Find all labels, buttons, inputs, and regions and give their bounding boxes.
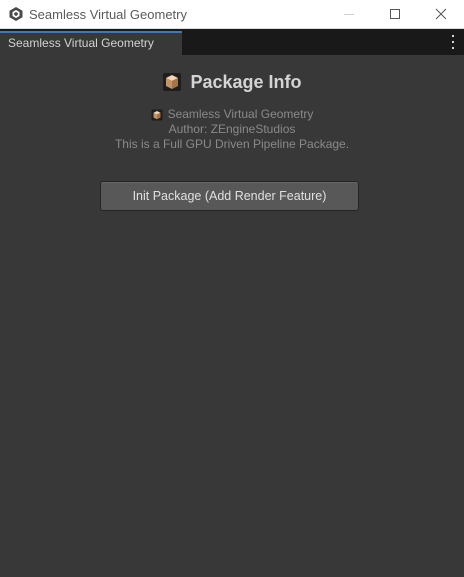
- window-titlebar[interactable]: Seamless Virtual Geometry: [0, 0, 464, 29]
- init-package-button[interactable]: Init Package (Add Render Feature): [100, 181, 359, 211]
- package-description: This is a Full GPU Driven Pipeline Packa…: [114, 137, 350, 151]
- maximize-icon: [390, 9, 400, 19]
- maximize-button[interactable]: [372, 0, 418, 28]
- close-icon: [435, 8, 447, 20]
- tab-strip: Seamless Virtual Geometry: [0, 29, 464, 55]
- minimize-icon: [344, 14, 354, 15]
- more-options-icon[interactable]: [448, 35, 458, 49]
- package-info-header: Package Info: [0, 69, 464, 95]
- package-author: Author: ZEngineStudios: [168, 122, 296, 136]
- page-title: Package Info: [190, 71, 302, 92]
- editor-window-content: Package Info Seamless Virtual Geometry A…: [0, 55, 464, 577]
- package-name-row: Seamless Virtual Geometry: [0, 107, 464, 122]
- window-title: Seamless Virtual Geometry: [29, 6, 187, 22]
- tab-seamless-virtual-geometry[interactable]: Seamless Virtual Geometry: [0, 31, 182, 55]
- package-icon: [151, 109, 163, 121]
- package-details: Seamless Virtual Geometry Author: ZEngin…: [0, 107, 464, 152]
- package-name: Seamless Virtual Geometry: [167, 107, 314, 121]
- minimize-button[interactable]: [326, 0, 372, 28]
- window-controls: [326, 0, 464, 28]
- package-icon: [162, 72, 182, 92]
- unity-logo-icon: [8, 6, 24, 22]
- close-button[interactable]: [418, 0, 464, 28]
